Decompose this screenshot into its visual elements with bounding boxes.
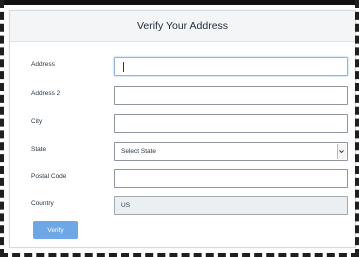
address2-input[interactable] bbox=[114, 86, 348, 105]
city-label: City bbox=[31, 118, 43, 125]
text-caret bbox=[123, 62, 124, 72]
postal-code-label: Postal Code bbox=[31, 173, 67, 180]
state-dropdown-button[interactable] bbox=[337, 144, 346, 159]
state-selected-value: Select State bbox=[121, 148, 157, 155]
address-row: Address bbox=[10, 57, 355, 77]
country-field: US bbox=[114, 196, 348, 215]
postal-code-input[interactable] bbox=[114, 169, 348, 188]
country-row: Country US bbox=[10, 196, 355, 216]
state-row: State Select State bbox=[10, 142, 355, 162]
postal-code-row: Postal Code bbox=[10, 169, 355, 189]
city-row: City bbox=[10, 114, 355, 134]
verify-address-panel: Verify Your Address Address Address 2 Ci… bbox=[9, 10, 356, 248]
page-title: Verify Your Address bbox=[10, 11, 355, 42]
verify-button[interactable]: Verify bbox=[33, 221, 78, 239]
address-input[interactable] bbox=[114, 57, 348, 76]
state-label: State bbox=[31, 146, 47, 153]
city-input[interactable] bbox=[114, 114, 348, 133]
country-value: US bbox=[121, 202, 131, 209]
window-top-border bbox=[0, 0, 359, 5]
chevron-down-icon bbox=[339, 150, 344, 154]
address-label: Address bbox=[31, 61, 55, 68]
address2-label: Address 2 bbox=[31, 90, 61, 97]
state-select[interactable]: Select State bbox=[114, 142, 348, 161]
country-label: Country bbox=[31, 200, 54, 207]
address2-row: Address 2 bbox=[10, 86, 355, 106]
